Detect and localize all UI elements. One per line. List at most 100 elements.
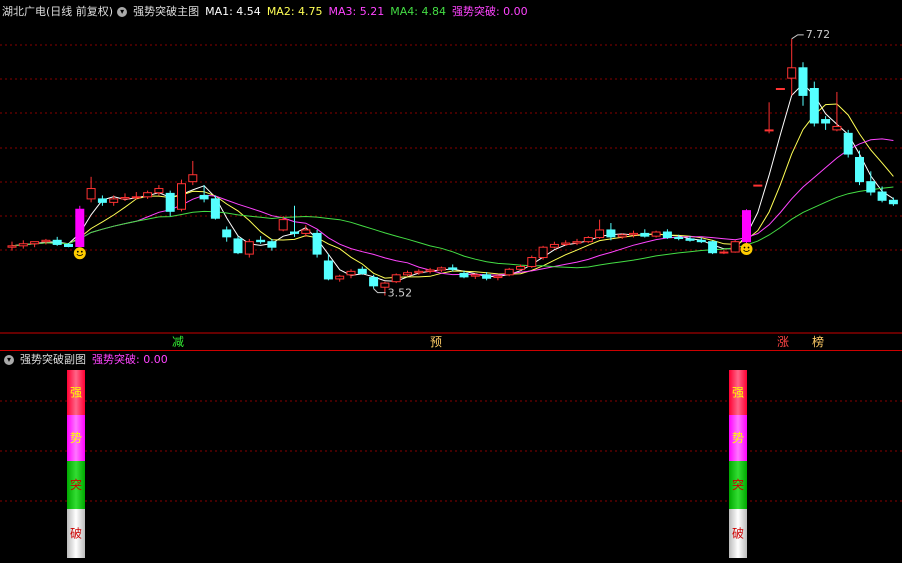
candle-body xyxy=(188,174,198,183)
ma3-label: MA3: 5.21 xyxy=(328,5,385,18)
candle-body xyxy=(674,237,684,240)
smiley-icon xyxy=(73,247,86,260)
sub-chart-panel[interactable]: 强势突破 强势突破 ▾ 强势突破副图 强势突破: 0.00 xyxy=(0,351,902,563)
candle-body xyxy=(527,257,537,268)
candle-body xyxy=(7,245,17,248)
candlestick-chart[interactable]: 7.72 3.52 减 预 涨 榜 xyxy=(0,0,902,350)
candle-body xyxy=(583,237,593,243)
candle-body xyxy=(75,208,85,248)
candle-body xyxy=(843,132,853,155)
candle-body xyxy=(18,243,28,247)
candle-body xyxy=(425,269,435,272)
candle-body xyxy=(561,242,571,245)
candle-body xyxy=(549,243,559,248)
candle-body xyxy=(832,125,842,131)
candle-body xyxy=(290,231,299,234)
strength-bar-label: 破 xyxy=(70,526,82,541)
candle-body xyxy=(482,274,492,279)
low-price-label: 3.52 xyxy=(388,287,413,300)
candle-body xyxy=(617,234,627,238)
candle-body xyxy=(357,268,367,274)
candle-body xyxy=(809,88,819,124)
candle-body xyxy=(41,239,51,243)
ma1-label: MA1: 4.54 xyxy=(205,5,261,18)
candle-body xyxy=(787,67,797,79)
smiley-eye-icon xyxy=(80,250,83,253)
signal-marker: 涨 xyxy=(777,334,789,349)
candle-body xyxy=(131,196,141,199)
indicator-menu-icon[interactable]: ▾ xyxy=(117,7,128,17)
signal-marker: 预 xyxy=(430,335,442,349)
candle-body xyxy=(470,274,480,277)
candle-body xyxy=(177,183,186,210)
strength-bar-label: 强 xyxy=(70,386,82,400)
candle-body xyxy=(369,277,379,287)
stock-title: 湖北广电(日线 前复权) xyxy=(2,5,114,18)
ma4-line xyxy=(11,186,894,269)
high-price-label: 7.72 xyxy=(806,28,831,41)
ma3-line xyxy=(11,138,894,276)
main-indicator-name[interactable]: 强势突破主图 xyxy=(133,5,199,18)
candle-body xyxy=(52,239,62,245)
candle-body xyxy=(256,239,266,243)
candle-body xyxy=(855,157,864,183)
candle-body xyxy=(244,241,254,255)
candle-body xyxy=(109,198,119,203)
candle-body xyxy=(403,272,412,276)
candle-body xyxy=(640,232,650,237)
candle-body xyxy=(595,229,605,239)
candle-body xyxy=(86,188,96,200)
candle-body xyxy=(436,267,446,271)
candle-body xyxy=(798,67,808,96)
candle-body xyxy=(459,272,469,278)
candle-body xyxy=(877,191,887,201)
candle-body xyxy=(97,198,107,203)
smiley-eye-icon xyxy=(747,246,750,249)
candle-body xyxy=(448,267,458,270)
strength-bar-label: 势 xyxy=(70,431,82,445)
sub-indicator-name[interactable]: 强势突破副图 xyxy=(20,353,86,366)
candle-body xyxy=(301,229,311,234)
candle-body xyxy=(651,231,661,237)
smiley-eye-icon xyxy=(743,246,746,249)
candle-body xyxy=(730,241,740,253)
candle-body xyxy=(346,270,356,276)
candle-body xyxy=(30,241,40,245)
smiley-icon xyxy=(740,243,753,256)
main-signal-label: 强势突破: 0.00 xyxy=(451,5,528,18)
candle-body xyxy=(629,232,638,236)
candle-body xyxy=(312,232,322,255)
candle-body xyxy=(154,188,164,194)
strength-bar-label: 势 xyxy=(732,431,744,445)
high-pointer xyxy=(791,34,804,40)
main-header: 湖北广电(日线 前复权) ▾ 强势突破主图 MA1: 4.54 MA2: 4.75 MA3… xyxy=(2,5,534,19)
ma4-label: MA4: 4.84 xyxy=(390,5,446,18)
main-chart-panel[interactable]: 7.72 3.52 减 预 涨 榜 湖北广电(日线 前复权) ▾ 强势突破主图 MA1: 4.5… xyxy=(0,0,902,350)
candle-body xyxy=(414,270,424,274)
sub-indicator-chart[interactable]: 强势突破 强势突破 xyxy=(0,351,902,563)
candle-body xyxy=(606,229,616,238)
ma2-label: MA2: 4.75 xyxy=(266,5,323,18)
candle-body xyxy=(764,129,774,132)
candle-body xyxy=(753,184,763,187)
candle-body xyxy=(199,194,209,200)
candle-body xyxy=(267,241,277,248)
sub-indicator-menu-icon[interactable]: ▾ xyxy=(4,355,14,365)
candle-body xyxy=(685,238,695,241)
candle-body xyxy=(866,181,876,193)
candle-body xyxy=(323,260,333,280)
strength-bar-label: 突 xyxy=(70,477,82,492)
candle-body xyxy=(233,238,243,254)
candle-body xyxy=(572,241,582,244)
candle-body xyxy=(278,219,288,231)
strength-bar-label: 破 xyxy=(732,526,744,541)
candle-body xyxy=(708,241,718,254)
candle-body xyxy=(222,229,232,238)
sub-signal-label: 强势突破: 0.00 xyxy=(92,353,168,366)
low-pointer xyxy=(373,288,386,294)
candle-body xyxy=(888,199,898,205)
candle-body xyxy=(335,275,345,280)
candle-body xyxy=(64,243,73,248)
candle-body xyxy=(538,246,548,259)
candle-body xyxy=(662,231,672,239)
